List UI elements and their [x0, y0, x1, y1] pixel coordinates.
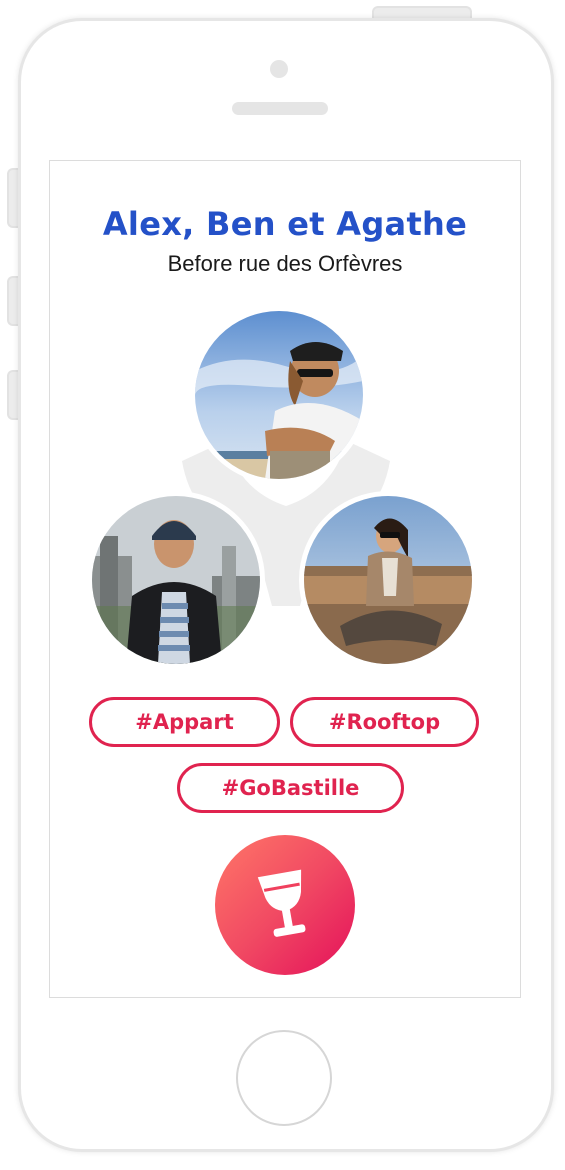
- earpiece-speaker: [232, 102, 328, 115]
- participant-avatar-agathe[interactable]: [299, 491, 477, 669]
- wine-glass-icon: [257, 869, 306, 937]
- participant-avatar-alex[interactable]: [190, 306, 368, 484]
- front-camera: [270, 60, 288, 78]
- participant-avatar-ben[interactable]: [87, 491, 265, 669]
- tag-gobastille[interactable]: #GoBastille: [177, 763, 404, 813]
- join-drink-button[interactable]: [215, 835, 355, 975]
- tag-rooftop[interactable]: #Rooftop: [290, 697, 479, 747]
- app-screen: Alex, Ben et Agathe Before rue des Orfèv…: [49, 160, 521, 998]
- home-button[interactable]: [236, 1030, 332, 1126]
- tag-appart[interactable]: #Appart: [89, 697, 280, 747]
